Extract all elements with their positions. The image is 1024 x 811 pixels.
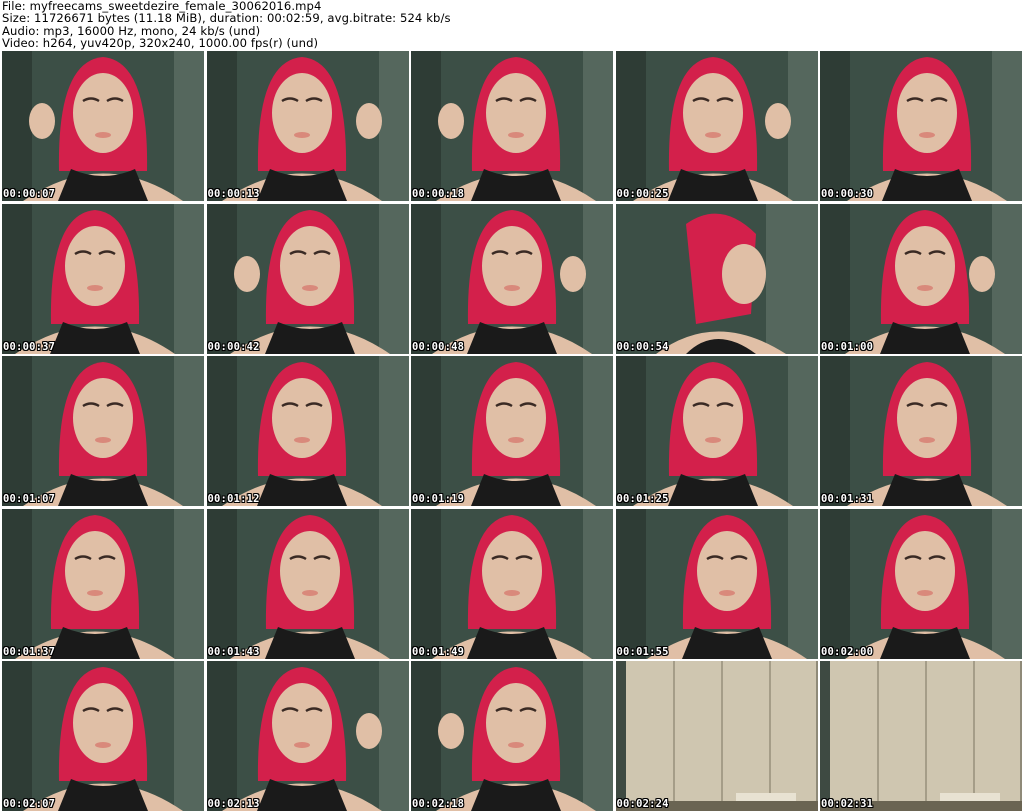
video-thumbnail: 00:02:07 — [2, 661, 204, 811]
video-thumbnail: 00:00:37 — [2, 203, 204, 354]
video-thumbnail: 00:00:07 — [2, 51, 204, 201]
video-thumbnail: 00:01:19 — [411, 356, 613, 506]
person-arm-raised-icon — [2, 51, 204, 201]
frame-timestamp: 00:01:43 — [207, 645, 260, 658]
person-head-tilted-icon — [2, 203, 204, 354]
video-thumbnail: 00:01:25 — [615, 356, 818, 506]
video-thumbnail: 00:01:49 — [411, 508, 613, 659]
video-thumbnail: 00:00:54 — [615, 203, 818, 354]
video-thumbnail: 00:02:18 — [411, 661, 613, 811]
frame-timestamp: 00:01:37 — [3, 645, 56, 658]
person-portrait-icon — [820, 508, 1022, 659]
video-thumbnail: 00:01:00 — [820, 203, 1022, 354]
video-thumbnail: 00:00:42 — [206, 203, 409, 354]
file-size-line: Size: 11726671 bytes (11.18 MiB), durati… — [2, 11, 451, 26]
person-hand-at-cheek-icon — [615, 51, 818, 201]
person-profile-icon — [615, 203, 818, 354]
person-portrait-icon — [820, 51, 1022, 201]
person-portrait-icon — [615, 356, 818, 506]
frame-timestamp: 00:00:37 — [3, 340, 56, 353]
video-thumbnail: 00:00:13 — [206, 51, 409, 201]
empty-room-wardrobe-icon — [615, 661, 818, 811]
person-portrait-icon — [820, 356, 1022, 506]
person-hands-on-head-icon — [411, 51, 613, 201]
video-thumbnail: 00:00:30 — [820, 51, 1022, 201]
person-portrait-icon — [615, 508, 818, 659]
video-thumbnail: 00:01:43 — [206, 508, 409, 659]
person-hand-in-hair-icon — [411, 203, 613, 354]
frame-timestamp: 00:01:12 — [207, 493, 260, 505]
frame-timestamp: 00:02:07 — [3, 798, 56, 810]
person-portrait-icon — [411, 508, 613, 659]
frame-timestamp: 00:02:13 — [207, 798, 260, 810]
video-thumbnail: 00:02:00 — [820, 508, 1022, 659]
video-thumbnail: 00:01:07 — [2, 356, 204, 506]
frame-timestamp: 00:00:07 — [3, 188, 56, 200]
video-thumbnail: 00:02:31 — [820, 661, 1022, 811]
file-info-header: File: myfreecams_sweetdezire_female_3006… — [2, 0, 1022, 50]
empty-room-wardrobe-icon — [820, 661, 1022, 811]
person-portrait-icon — [206, 356, 409, 506]
person-portrait-icon — [2, 661, 204, 811]
person-hand-at-chin-icon — [820, 203, 1022, 354]
video-thumbnail: 00:00:18 — [411, 51, 613, 201]
person-portrait-icon — [2, 508, 204, 659]
video-thumbnail: 00:00:25 — [615, 51, 818, 201]
video-thumbnail: 00:01:37 — [2, 508, 204, 659]
thumbnail-grid: 00:00:07 00:00:13 00:00:18 00:00:25 00:00:30… — [2, 51, 1022, 811]
frame-timestamp: 00:00:30 — [821, 188, 874, 200]
frame-timestamp: 00:00:54 — [616, 340, 669, 353]
frame-timestamp: 00:00:48 — [412, 340, 465, 353]
frame-timestamp: 00:00:13 — [207, 188, 260, 200]
frame-timestamp: 00:00:18 — [412, 188, 465, 200]
person-portrait-icon — [411, 356, 613, 506]
frame-timestamp: 00:00:25 — [616, 188, 669, 200]
person-portrait-icon — [2, 356, 204, 506]
video-thumbnail: 00:02:24 — [615, 661, 818, 811]
frame-timestamp: 00:01:31 — [821, 493, 874, 505]
person-hand-on-head-icon — [411, 661, 613, 811]
frame-timestamp: 00:02:00 — [821, 645, 874, 658]
person-holding-hair-icon — [206, 203, 409, 354]
video-thumbnail: 00:02:13 — [206, 661, 409, 811]
frame-timestamp: 00:02:18 — [412, 798, 465, 810]
frame-timestamp: 00:02:31 — [821, 798, 874, 810]
frame-timestamp: 00:01:55 — [616, 645, 669, 658]
person-hand-up-icon — [206, 51, 409, 201]
frame-timestamp: 00:01:49 — [412, 645, 465, 658]
video-thumbnail: 00:01:31 — [820, 356, 1022, 506]
video-info-line: Video: h264, yuv420p, 320x240, 1000.00 f… — [2, 35, 319, 50]
frame-timestamp: 00:02:24 — [616, 798, 669, 810]
person-hand-at-chin-icon — [206, 661, 409, 811]
video-thumbnail: 00:01:12 — [206, 356, 409, 506]
video-thumbnail: 00:01:55 — [615, 508, 818, 659]
frame-timestamp: 00:01:00 — [821, 340, 874, 353]
frame-timestamp: 00:01:25 — [616, 493, 669, 505]
frame-timestamp: 00:01:19 — [412, 493, 465, 505]
video-thumbnail: 00:00:48 — [411, 203, 613, 354]
person-portrait-icon — [206, 508, 409, 659]
frame-timestamp: 00:01:07 — [3, 493, 56, 505]
frame-timestamp: 00:00:42 — [207, 340, 260, 353]
